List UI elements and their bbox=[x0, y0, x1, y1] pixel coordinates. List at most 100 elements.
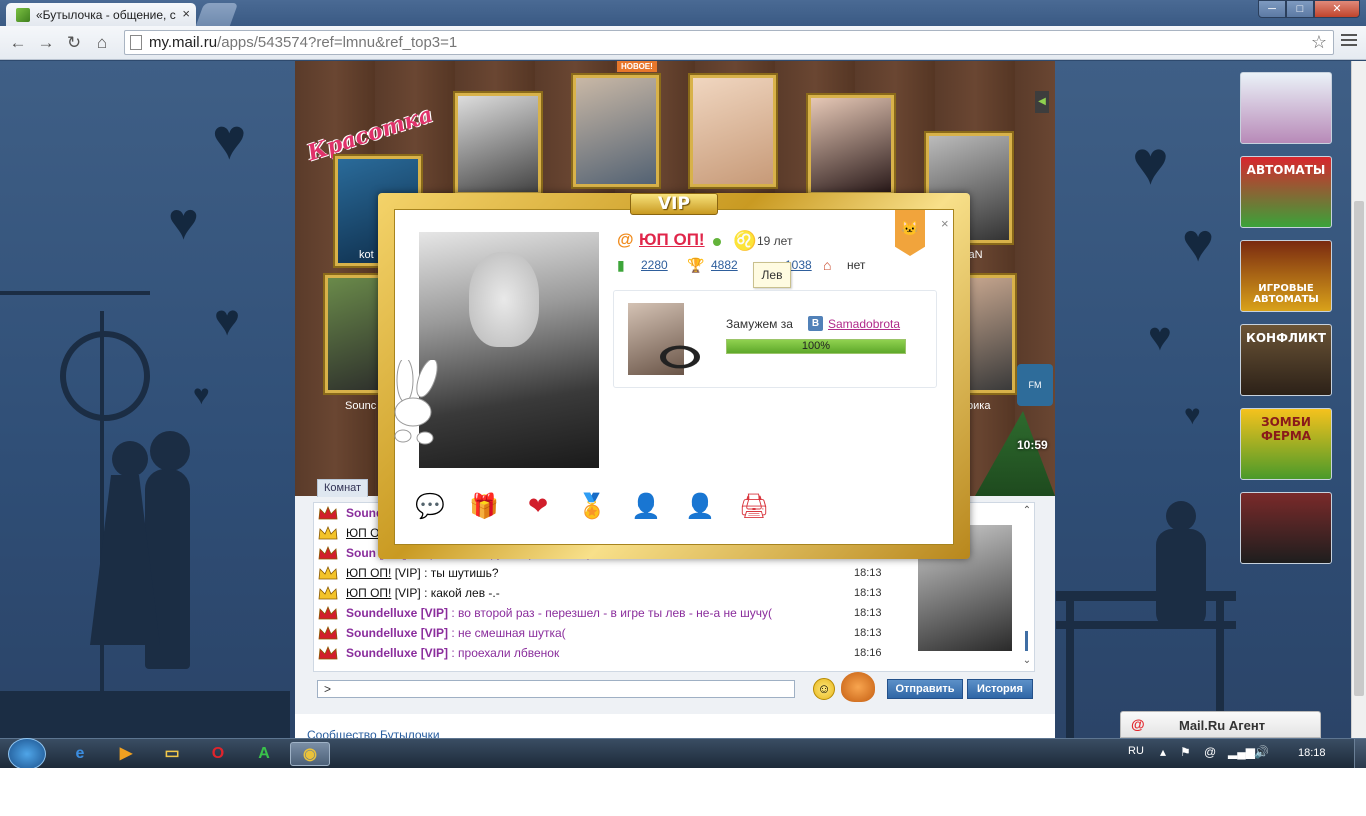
chat-text: : проехали лбвенок bbox=[451, 646, 560, 660]
radio-fm-button[interactable]: FM bbox=[1017, 364, 1053, 406]
page-scroll-thumb[interactable] bbox=[1354, 201, 1364, 696]
zodiac-leo-icon[interactable]: ♌ bbox=[733, 229, 757, 253]
chat-nick[interactable]: ЮП О bbox=[346, 526, 379, 540]
chat-nick[interactable]: Soundelluxe bbox=[346, 606, 417, 620]
history-button[interactable]: История bbox=[967, 679, 1033, 699]
chat-nick[interactable]: Soundelluxe bbox=[346, 626, 417, 640]
close-window-button[interactable]: ✕ bbox=[1314, 0, 1360, 18]
marriage-card: Замужем за В Samadobrota 100% bbox=[613, 290, 937, 388]
address-bar[interactable]: my.mail.ru/apps/543574?ref=lmnu&ref_top3… bbox=[124, 30, 1334, 55]
chat-message: Soundelluxe [VIP] : не смешная шутка(18:… bbox=[316, 625, 882, 643]
chat-nick[interactable]: ЮП ОП! bbox=[346, 586, 391, 600]
chat-scrollbar[interactable]: ⌃ ⌄ bbox=[1020, 503, 1034, 671]
rooms-tab[interactable]: Комнат bbox=[317, 479, 369, 497]
scroll-down-icon[interactable]: ⌄ bbox=[1020, 655, 1034, 666]
explorer-taskbar-icon[interactable]: ▭ bbox=[152, 742, 192, 766]
rating-bars-icon: ▮ bbox=[617, 257, 625, 273]
profile-name-link[interactable]: ЮП ОП! bbox=[639, 230, 705, 250]
chat-text: : какой лев -.- bbox=[424, 586, 500, 600]
gift-icon[interactable]: 🎁 bbox=[467, 490, 501, 524]
flag-icon[interactable]: ⚑ bbox=[1180, 745, 1191, 759]
start-button[interactable] bbox=[8, 738, 46, 768]
app-a-taskbar-icon[interactable]: A bbox=[244, 742, 284, 766]
chat-nick[interactable]: ЮП ОП! bbox=[346, 566, 391, 580]
tray-arrow-icon[interactable]: ▴ bbox=[1160, 745, 1166, 759]
chat-input[interactable] bbox=[317, 680, 795, 698]
mail-agent-icon: @ bbox=[1131, 716, 1145, 732]
add-friend-icon[interactable]: 👤 bbox=[629, 490, 663, 524]
trophies-link[interactable]: 4882 bbox=[711, 258, 738, 272]
scroll-up-icon[interactable]: ⌃ bbox=[1020, 505, 1034, 516]
forward-icon[interactable]: → bbox=[36, 33, 56, 53]
app-tile[interactable]: ЗОМБИ ФЕРМА bbox=[1240, 408, 1332, 480]
printer-icon[interactable]: 🖨 bbox=[737, 490, 771, 524]
app-tile[interactable]: АВТОМАТЫ bbox=[1240, 156, 1332, 228]
close-icon[interactable]: × bbox=[941, 216, 949, 231]
profile-age: 19 лет bbox=[757, 234, 793, 248]
mail-agent-bar[interactable]: @ Mail.Ru Агент bbox=[1120, 711, 1321, 738]
page-scrollbar[interactable] bbox=[1351, 61, 1366, 738]
maximize-button[interactable]: □ bbox=[1286, 0, 1314, 18]
chrome-taskbar-icon[interactable]: ◉ bbox=[290, 742, 330, 766]
game-footer: Сообщество Бутылочки bbox=[295, 714, 1055, 738]
scroll-thumb[interactable] bbox=[1025, 631, 1028, 651]
crown-icon bbox=[318, 605, 338, 621]
app-tile[interactable]: КОНФЛИКТ bbox=[1240, 324, 1332, 396]
community-link[interactable]: Сообщество Бутылочки bbox=[307, 728, 440, 738]
profile-photo[interactable] bbox=[419, 232, 599, 468]
chat-message: Soundelluxe [VIP] : во второй раз - пере… bbox=[316, 605, 882, 623]
minimize-button[interactable]: ─ bbox=[1258, 0, 1286, 18]
volume-icon[interactable]: 🔊 bbox=[1254, 745, 1269, 759]
network-icon[interactable]: ▂▄▆ bbox=[1228, 745, 1255, 759]
trophy-icon: 🏆 bbox=[687, 257, 705, 273]
player-seat[interactable] bbox=[455, 93, 541, 195]
bookmark-star-icon[interactable]: ☆ bbox=[1311, 32, 1327, 53]
mail-agent-label: Mail.Ru Агент bbox=[1179, 718, 1266, 733]
tab-title: «Бутылочка - общение, с bbox=[36, 8, 176, 22]
app-tile[interactable]: ИГРОВЫЕ АВТОМАТЫ bbox=[1240, 240, 1332, 312]
chat-nick[interactable]: Soundelluxe bbox=[346, 646, 417, 660]
back-icon[interactable]: ← bbox=[8, 33, 28, 53]
bottle-favicon-icon bbox=[16, 8, 30, 22]
opera-taskbar-icon[interactable]: O bbox=[198, 742, 238, 766]
crown-icon bbox=[318, 505, 338, 521]
player-seat[interactable] bbox=[808, 95, 894, 195]
language-indicator[interactable]: RU bbox=[1128, 745, 1144, 757]
zodiac-tooltip: Лев bbox=[753, 262, 791, 288]
vip-badge: VIP bbox=[630, 193, 718, 215]
crown-icon bbox=[318, 525, 338, 541]
show-desktop-button[interactable] bbox=[1354, 739, 1366, 768]
chrome-menu-icon[interactable] bbox=[1341, 34, 1357, 50]
player-seat[interactable] bbox=[573, 75, 659, 187]
chat-vip-tag: [VIP] bbox=[420, 646, 449, 660]
chat-nick[interactable]: Soun bbox=[346, 546, 376, 560]
app-tile[interactable] bbox=[1240, 492, 1332, 564]
spouse-link[interactable]: Samadobrota bbox=[828, 317, 900, 331]
agent-tray-icon[interactable]: @ bbox=[1204, 745, 1216, 759]
reload-icon[interactable]: ↻ bbox=[64, 33, 84, 53]
player-seat[interactable] bbox=[690, 75, 776, 187]
rating-link[interactable]: 2280 bbox=[641, 258, 668, 272]
marriage-label: Замужем за bbox=[726, 317, 793, 331]
kiss-icon[interactable]: ❤ bbox=[521, 490, 555, 524]
ie-taskbar-icon[interactable]: e bbox=[60, 742, 100, 766]
award-icon[interactable]: 🏅 bbox=[575, 490, 609, 524]
mascot-icon[interactable] bbox=[841, 672, 875, 702]
tab-close-icon[interactable]: × bbox=[182, 6, 190, 21]
crown-icon bbox=[318, 565, 338, 581]
tab-bottle-game[interactable]: «Бутылочка - общение, с × bbox=[6, 3, 196, 26]
block-icon[interactable]: 👤 bbox=[683, 490, 717, 524]
message-icon[interactable]: 💬 bbox=[413, 490, 447, 524]
bunny-decoration bbox=[383, 357, 443, 450]
crown-icon bbox=[318, 585, 338, 601]
smiley-icon[interactable]: ☺ bbox=[813, 678, 835, 700]
new-tab-button[interactable] bbox=[195, 3, 239, 26]
app-tile[interactable] bbox=[1240, 72, 1332, 144]
media-player-taskbar-icon[interactable]: ▶ bbox=[106, 742, 146, 766]
home-icon[interactable]: ⌂ bbox=[92, 33, 112, 53]
crown-icon bbox=[318, 625, 338, 641]
url-text[interactable]: my.mail.ru/apps/543574?ref=lmnu&ref_top3… bbox=[149, 34, 457, 51]
side-panel-arrow-icon[interactable]: ◀ bbox=[1035, 91, 1049, 113]
send-button[interactable]: Отправить bbox=[887, 679, 963, 699]
new-badge: НОВОЕ! bbox=[617, 61, 657, 72]
